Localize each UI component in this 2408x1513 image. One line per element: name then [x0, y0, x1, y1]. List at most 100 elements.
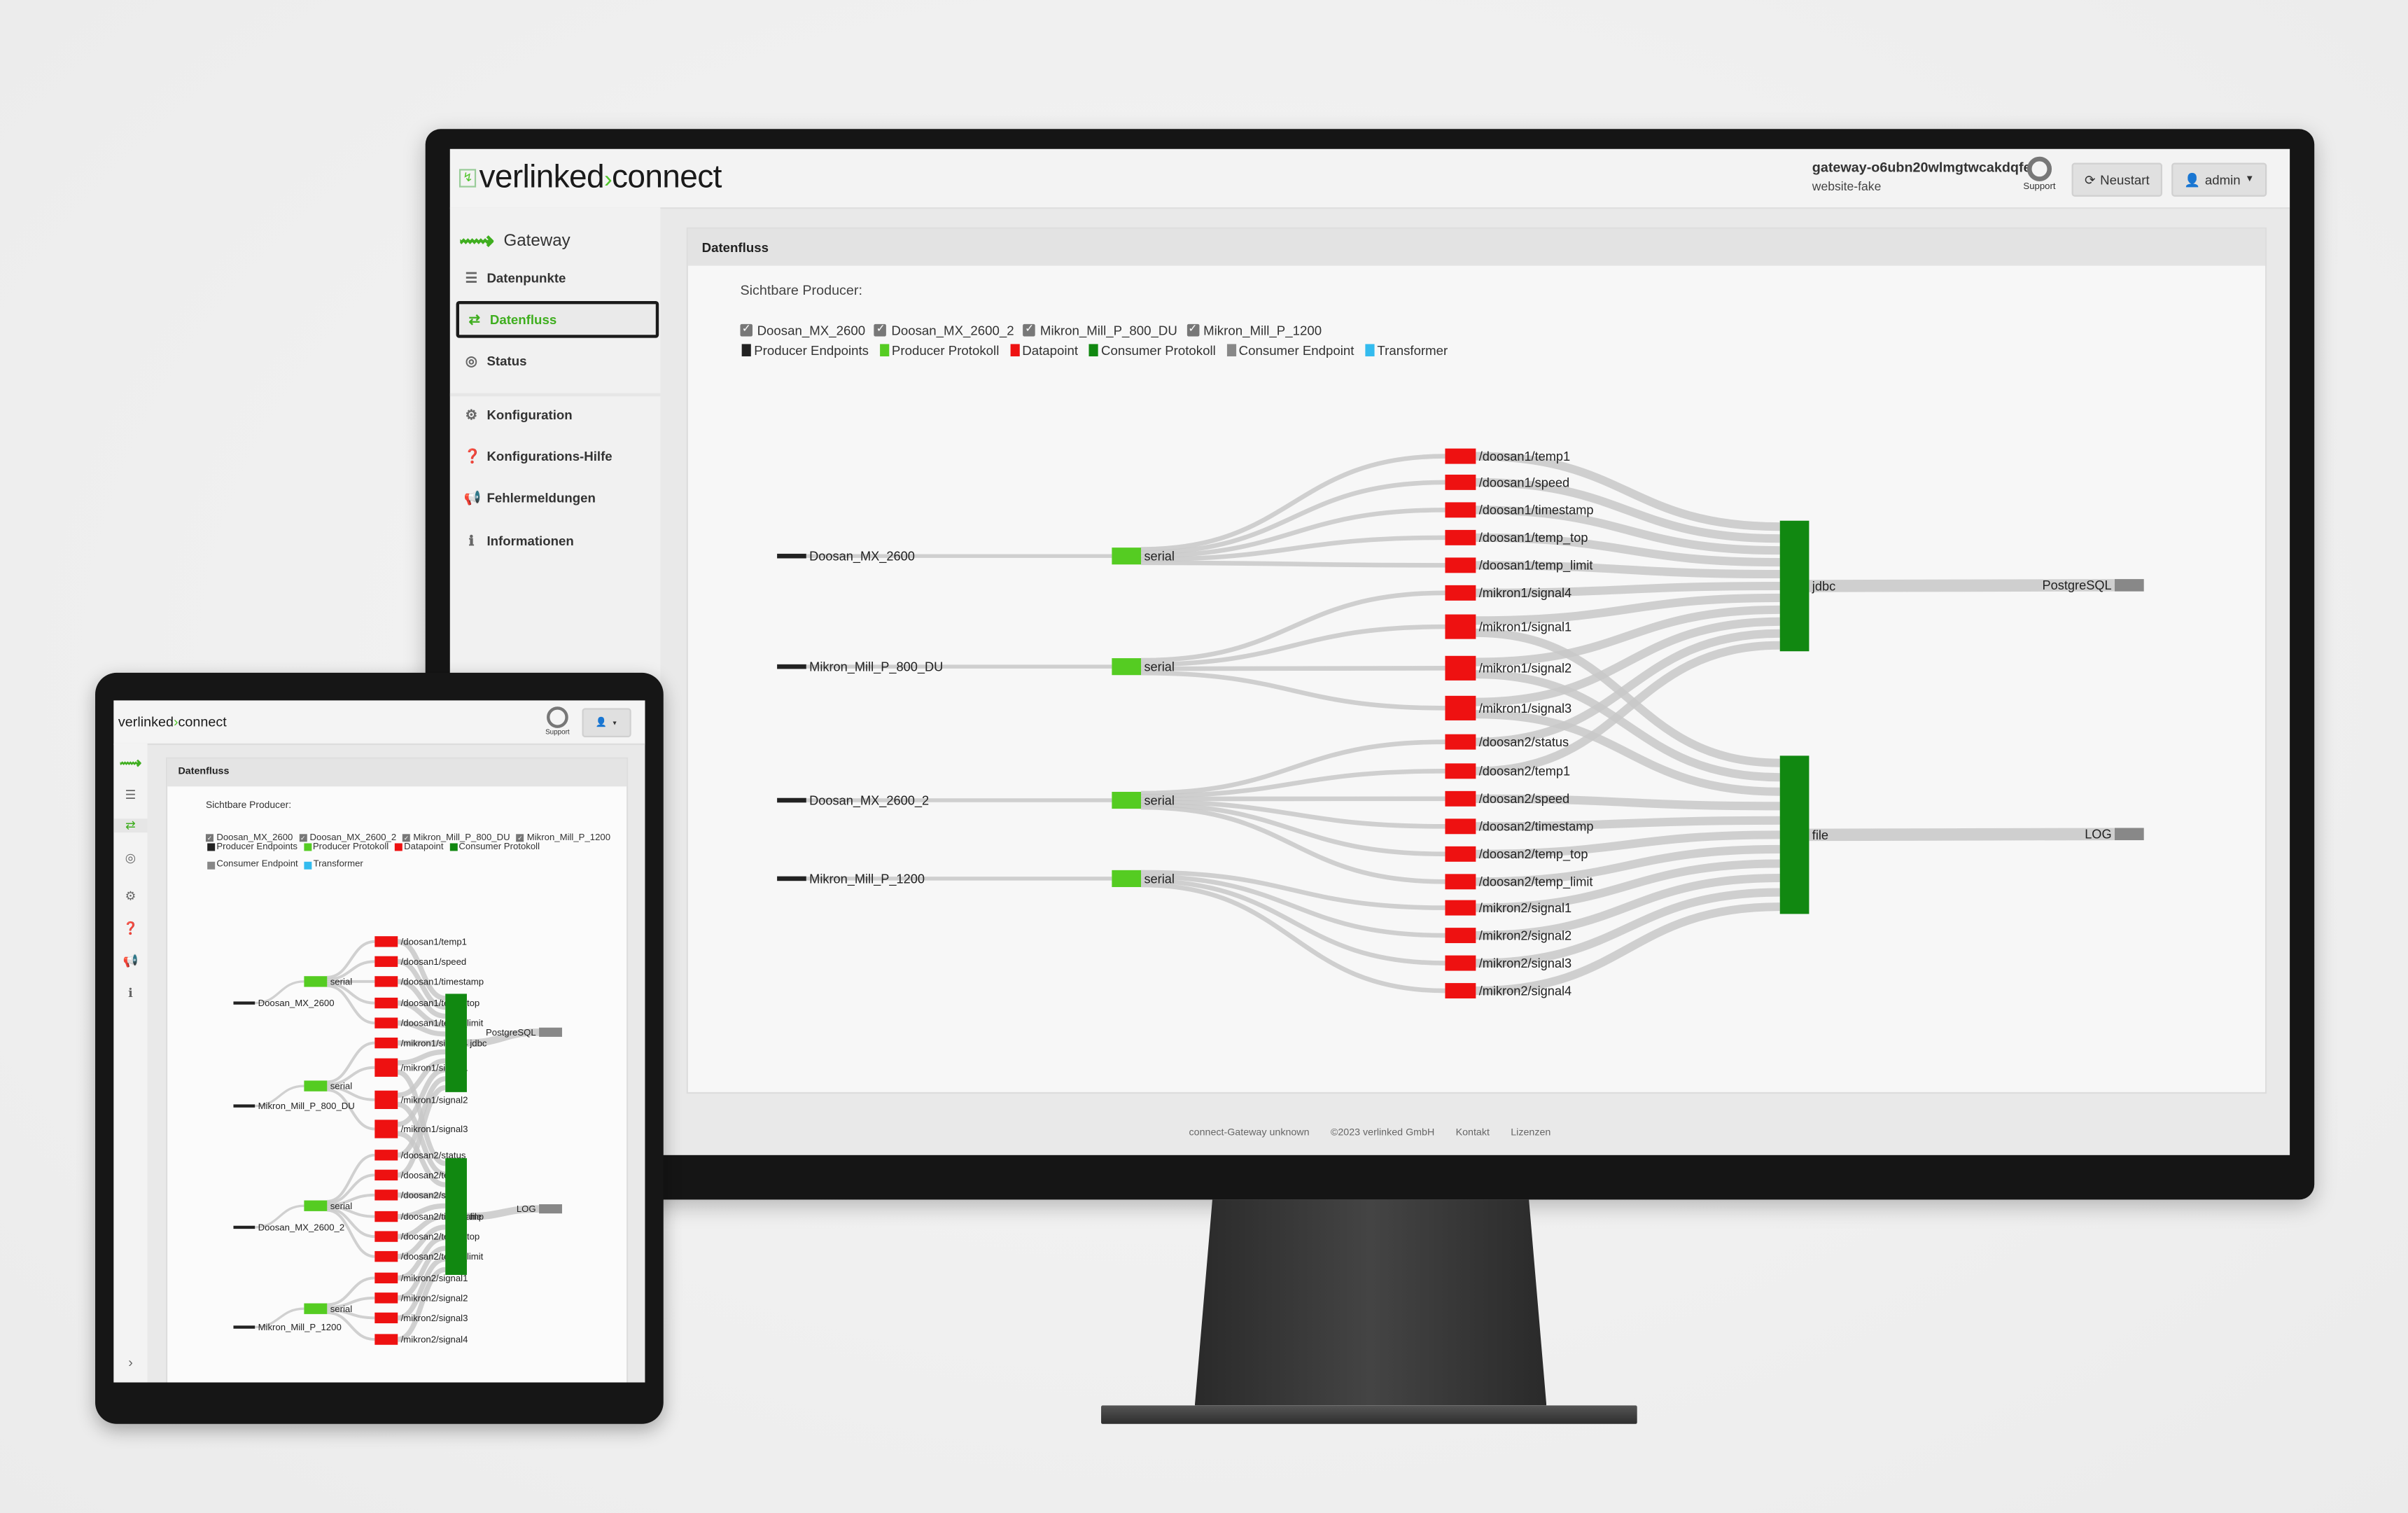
producer-protocol-node[interactable]	[1112, 548, 1141, 564]
datapoint-node[interactable]	[374, 1017, 398, 1028]
sidebar-item-datenfluss[interactable]: ⇄Datenfluss	[456, 301, 659, 338]
producer-protocol-node[interactable]	[1112, 658, 1141, 675]
gateway-logo-icon[interactable]: ⟿	[113, 755, 147, 772]
sidebar-item-status[interactable]: ◎Status	[456, 342, 659, 379]
producer-protocol-node[interactable]	[304, 1080, 327, 1091]
list-icon[interactable]: ☰	[113, 788, 147, 802]
datapoint-node[interactable]	[1445, 900, 1476, 916]
datapoint-node[interactable]	[1445, 615, 1476, 639]
producer-endpoint-node[interactable]	[233, 1325, 255, 1328]
datapoint-node[interactable]	[374, 1334, 398, 1344]
datapoint-node[interactable]	[374, 1190, 398, 1200]
datapoint-node[interactable]	[1445, 874, 1476, 889]
sidebar-item-datenpunkte[interactable]: ☰Datenpunkte	[456, 260, 659, 297]
producer-checkbox[interactable]: ✓Doosan_MX_2600_2	[874, 323, 1014, 338]
flow-link[interactable]	[1141, 563, 1445, 566]
datapoint-node[interactable]	[374, 1170, 398, 1180]
producer-endpoint-node[interactable]	[777, 798, 806, 803]
restart-button[interactable]: ⟳Neustart	[2072, 163, 2162, 197]
datapoint-node[interactable]	[1445, 734, 1476, 750]
datapoint-node[interactable]	[1445, 656, 1476, 681]
producer-protocol-node[interactable]	[1112, 792, 1141, 809]
datapoint-node[interactable]	[374, 1120, 398, 1138]
bullhorn-icon[interactable]: 📢	[113, 954, 147, 968]
checkbox-checked-icon[interactable]: ✓	[874, 324, 887, 337]
info-circle-icon[interactable]: ℹ	[113, 986, 147, 1000]
gear-icon[interactable]: ⚙	[113, 889, 147, 903]
user-menu-button[interactable]: 👤admin▼	[2171, 163, 2267, 197]
consumer-endpoint-node[interactable]	[2115, 579, 2144, 592]
datapoint-node[interactable]	[1445, 449, 1476, 464]
tablet-user-menu-button[interactable]: 👤▼	[582, 708, 631, 737]
datapoint-node[interactable]	[374, 1059, 398, 1077]
datapoint-node[interactable]	[1445, 696, 1476, 720]
checkbox-checked-icon[interactable]: ✓	[1023, 324, 1036, 337]
datapoint-node[interactable]	[1445, 818, 1476, 834]
producer-protocol-node[interactable]	[304, 976, 327, 986]
datapoint-node[interactable]	[374, 1150, 398, 1160]
footer-licenses-link[interactable]: Lizenzen	[1511, 1127, 1550, 1138]
footer-contact-link[interactable]: Kontakt	[1456, 1127, 1490, 1138]
datapoint-node[interactable]	[1445, 763, 1476, 779]
datapoint-node[interactable]	[374, 1091, 398, 1109]
flow-link[interactable]	[1809, 834, 2115, 835]
tablet-support-button[interactable]: Support	[542, 706, 573, 736]
datapoint-node[interactable]	[1445, 530, 1476, 545]
consumer-protocol-node[interactable]	[1780, 755, 1809, 914]
question-circle-icon[interactable]: ❓	[113, 921, 147, 935]
producer-protocol-node[interactable]	[304, 1304, 327, 1314]
datapoint-node[interactable]	[1445, 475, 1476, 490]
checkbox-checked-icon[interactable]: ✓	[740, 324, 752, 337]
datapoint-node[interactable]	[374, 976, 398, 986]
datapoint-node[interactable]	[374, 1038, 398, 1048]
datapoint-node[interactable]	[374, 1211, 398, 1222]
consumer-protocol-node[interactable]	[1780, 521, 1809, 651]
datapoint-node[interactable]	[374, 1313, 398, 1323]
producer-endpoint-node[interactable]	[777, 664, 806, 669]
datapoint-node[interactable]	[1445, 585, 1476, 601]
consumer-protocol-node[interactable]	[445, 1158, 467, 1275]
consumer-endpoint-node[interactable]	[2115, 828, 2144, 841]
flow-link[interactable]	[1141, 668, 1445, 669]
support-button[interactable]: Support	[2019, 157, 2059, 192]
check-circle-icon[interactable]: ◎	[113, 851, 147, 865]
producer-checkbox[interactable]: ✓Mikron_Mill_P_1200	[1186, 323, 1322, 338]
datapoint-node[interactable]	[1445, 956, 1476, 971]
sidebar-item-konfiguration[interactable]: ⚙Konfiguration	[456, 396, 659, 433]
datapoint-node[interactable]	[1445, 983, 1476, 998]
producer-endpoint-node[interactable]	[777, 554, 806, 559]
datapoint-node[interactable]	[374, 1292, 398, 1303]
sidebar-title[interactable]: ⟿ Gateway	[459, 226, 570, 257]
datapoint-node[interactable]	[374, 1251, 398, 1262]
datapoint-node[interactable]	[1445, 928, 1476, 943]
datapoint-node[interactable]	[374, 1231, 398, 1241]
consumer-protocol-node[interactable]	[445, 993, 467, 1092]
consumer-endpoint-node[interactable]	[539, 1204, 562, 1213]
datapoint-node[interactable]	[1445, 557, 1476, 573]
producer-endpoint-node[interactable]	[233, 1001, 255, 1004]
tablet-brand-logo[interactable]: verlinked›connect	[118, 714, 227, 730]
datapoint-node[interactable]	[374, 1273, 398, 1283]
producer-checkbox[interactable]: ✓Doosan_MX_2600	[740, 323, 865, 338]
sidebar-expand-chevron-icon[interactable]: ›	[113, 1355, 147, 1370]
datapoint-node[interactable]	[374, 998, 398, 1008]
datapoint-node[interactable]	[374, 936, 398, 947]
brand-logo[interactable]: ↯verlinked›connect	[459, 160, 722, 197]
producer-protocol-node[interactable]	[1112, 870, 1141, 887]
producer-protocol-node[interactable]	[304, 1201, 327, 1211]
producer-checkbox[interactable]: ✓Mikron_Mill_P_800_DU	[1023, 323, 1177, 338]
datapoint-node[interactable]	[1445, 791, 1476, 807]
producer-endpoint-node[interactable]	[233, 1226, 255, 1229]
node-label: PostgreSQL	[2043, 578, 2112, 592]
sidebar-item-fehlermeldungen[interactable]: 📢Fehlermeldungen	[456, 479, 659, 516]
datapoint-node[interactable]	[1445, 846, 1476, 862]
sidebar-item-informationen[interactable]: ℹInformationen	[456, 522, 659, 559]
datapoint-node[interactable]	[374, 956, 398, 967]
producer-endpoint-node[interactable]	[777, 877, 806, 881]
producer-endpoint-node[interactable]	[233, 1104, 255, 1107]
consumer-endpoint-node[interactable]	[539, 1028, 562, 1037]
sidebar-item-konfigurations-hilfe[interactable]: ❓Konfigurations-Hilfe	[456, 438, 659, 475]
checkbox-checked-icon[interactable]: ✓	[1186, 324, 1199, 337]
datapoint-node[interactable]	[1445, 502, 1476, 517]
exchange-icon[interactable]: ⇄	[113, 818, 147, 832]
